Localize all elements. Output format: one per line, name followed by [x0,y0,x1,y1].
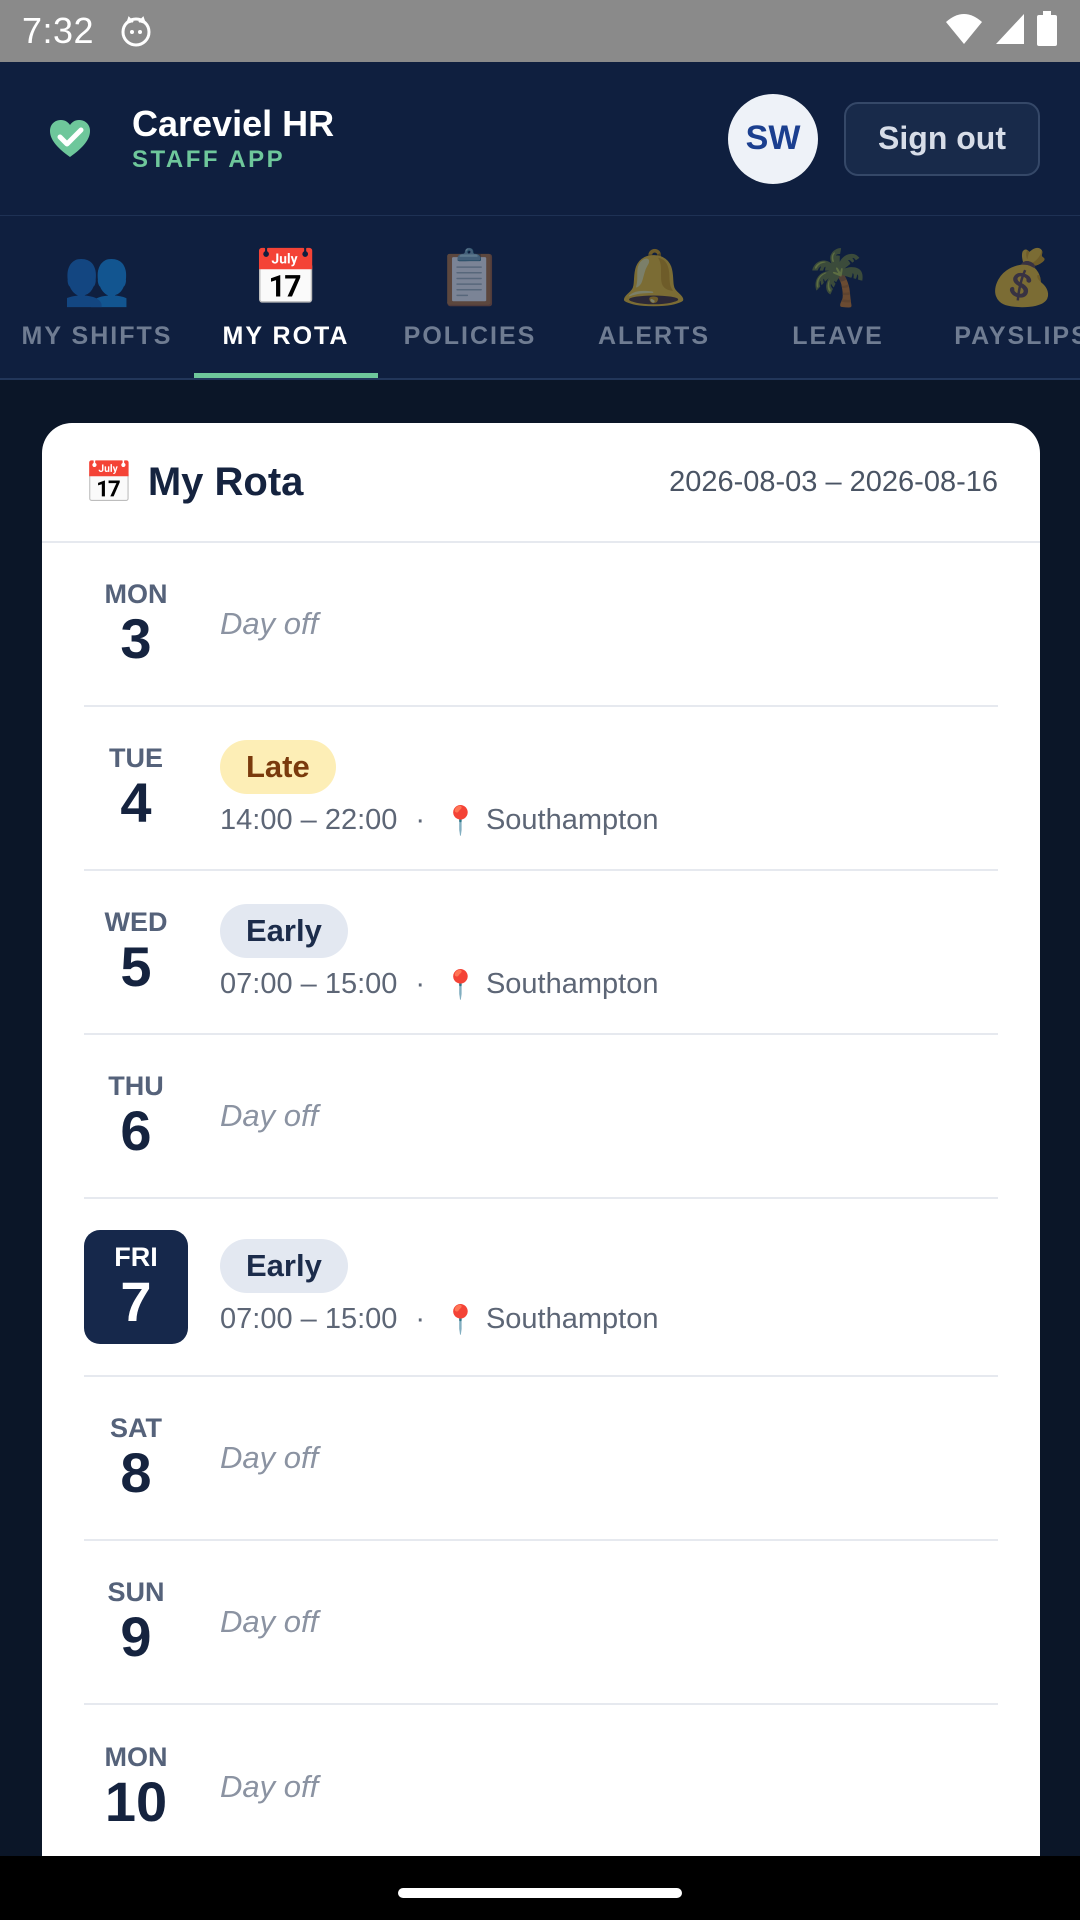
tab-label: LEAVE [792,322,884,350]
day-off-text: Day off [220,606,319,641]
shift-type-badge: Late [220,739,336,794]
rota-day-row[interactable]: SUN 9 Day off [84,1541,998,1705]
day-number: 7 [120,1270,152,1333]
rota-title: My Rota [147,459,304,504]
tab-label: MY ROTA [222,322,350,350]
day-name: FRI [114,1242,158,1272]
money-bag-icon: 💰 [988,248,1056,308]
sign-out-button[interactable]: Sign out [844,101,1040,176]
day-marker: WED 5 [84,907,188,997]
day-name: SAT [110,1413,162,1443]
palm-tree-icon: 🌴 [804,248,872,308]
shift-location: Southampton [485,967,659,1000]
app-subtitle: STAFF APP [132,145,286,173]
status-time: 7:32 [22,10,95,51]
tab-payslips[interactable]: 💰 PAYSLIPS [930,216,1080,378]
app-name: Careviel HR [132,102,335,144]
rota-card: 📅 My Rota 2026-08-03 – 2026-08-16 MON 3 … [42,423,1040,1920]
rota-day-row[interactable]: WED 5 Early 07:00 – 15:00 · 📍 Southampto… [84,871,998,1035]
location-pin-icon: 📍 [443,1303,478,1335]
day-number: 3 [120,607,152,670]
tab-alerts[interactable]: 🔔 ALERTS [562,216,746,378]
day-marker: THU 6 [84,1071,188,1161]
rota-day-row-today[interactable]: FRI 7 Early 07:00 – 15:00 · 📍 Southampto… [84,1199,998,1377]
day-name: MON [104,1742,168,1772]
shift-location: Southampton [485,803,659,836]
shift-time: 14:00 – 22:00 [220,803,398,836]
signal-icon [994,12,1026,51]
day-number: 10 [104,1770,168,1833]
day-marker: SUN 9 [84,1577,188,1667]
day-number: 6 [120,1099,152,1162]
shift-time: 07:00 – 15:00 [220,967,398,1000]
shift-time: 07:00 – 15:00 [220,1302,398,1335]
day-off-text: Day off [220,1604,319,1639]
rota-list: MON 3 Day off TUE 4 Late 14:00 – 22:00 ·… [42,543,1040,1869]
day-number: 5 [120,935,152,998]
shift-type-badge: Early [220,1238,348,1293]
separator: · [415,1302,426,1335]
tab-my-shifts[interactable]: 👥 MY SHIFTS [0,216,194,378]
day-name: WED [104,907,168,937]
day-off-text: Day off [220,1098,319,1133]
calendar-icon: 📅 [84,460,134,505]
tab-label: MY SHIFTS [21,322,173,350]
rota-date-range: 2026-08-03 – 2026-08-16 [669,465,998,498]
rota-day-row[interactable]: THU 6 Day off [84,1035,998,1199]
day-marker: MON 10 [84,1742,188,1832]
day-number: 4 [120,771,152,834]
tab-label: POLICIES [403,322,537,350]
tab-policies[interactable]: 📋 POLICIES [378,216,562,378]
separator: · [415,967,426,1000]
avatar[interactable]: SW [728,93,819,184]
cat-notification-icon [120,15,152,47]
rota-day-row[interactable]: TUE 4 Late 14:00 – 22:00 · 📍 Southampton [84,707,998,871]
day-name: MON [104,579,168,609]
battery-icon [1036,10,1058,52]
day-marker: TUE 4 [84,743,188,833]
tab-nav: 👥 MY SHIFTS 📅 MY ROTA 📋 POLICIES 🔔 ALERT… [0,216,1080,380]
rota-day-row[interactable]: MON 3 Day off [84,543,998,707]
location-pin-icon: 📍 [443,804,478,836]
day-name: TUE [109,743,163,773]
tab-leave[interactable]: 🌴 LEAVE [746,216,930,378]
brand: Careviel HR STAFF APP [132,102,335,174]
day-name: THU [108,1071,164,1101]
tab-label: PAYSLIPS [954,322,1080,350]
clipboard-icon: 📋 [436,248,504,308]
rota-card-header: 📅 My Rota 2026-08-03 – 2026-08-16 [42,423,1040,543]
tab-my-rota[interactable]: 📅 MY ROTA [194,216,378,378]
rota-day-row[interactable]: MON 10 Day off [84,1705,998,1869]
day-off-text: Day off [220,1440,319,1475]
day-number: 8 [120,1441,152,1504]
location-pin-icon: 📍 [443,968,478,1000]
calendar-icon: 📅 [252,248,320,308]
day-off-text: Day off [220,1769,319,1804]
app-header: Careviel HR STAFF APP SW Sign out [0,62,1080,216]
shift-type-badge: Early [220,903,348,958]
people-icon: 👥 [63,248,131,308]
bell-icon: 🔔 [620,248,688,308]
tab-label: ALERTS [598,322,710,350]
day-name: SUN [107,1577,165,1607]
home-gesture-handle[interactable] [398,1888,682,1898]
shift-location: Southampton [485,1302,659,1335]
rota-day-row[interactable]: SAT 8 Day off [84,1377,998,1541]
status-bar: 7:32 [0,0,1080,62]
wifi-icon [944,12,984,51]
system-nav-bar [0,1856,1080,1920]
day-marker: SAT 8 [84,1413,188,1503]
day-number: 9 [120,1605,152,1668]
day-marker: MON 3 [84,579,188,669]
day-marker-today: FRI 7 [84,1230,188,1344]
heart-check-logo-icon [46,115,94,163]
separator: · [415,803,426,836]
